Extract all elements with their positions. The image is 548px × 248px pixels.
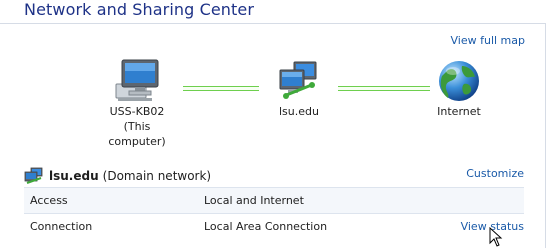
connection-key: Connection xyxy=(30,220,93,233)
globe-icon xyxy=(439,61,479,101)
computer-subtitle-label: (This computer) xyxy=(108,120,166,148)
customize-link[interactable]: Customize xyxy=(466,167,524,180)
connector-line-2 xyxy=(338,86,430,91)
map-node-computer[interactable]: USS-KB02 (This computer) xyxy=(96,58,178,149)
mouse-cursor-icon xyxy=(489,227,503,247)
table-row-access: Access Local and Internet xyxy=(24,187,524,213)
network-name: lsu.edu xyxy=(49,169,99,183)
network-type: (Domain network) xyxy=(102,169,212,183)
domain-name-label: lsu.edu xyxy=(279,105,319,118)
connector-line-1 xyxy=(183,86,259,91)
network-section-header: lsu.edu (Domain network) xyxy=(24,166,211,186)
connection-value: Local Area Connection xyxy=(204,220,328,233)
network-icon xyxy=(24,167,43,184)
network-details-table: Access Local and Internet Connection Loc… xyxy=(24,187,524,239)
access-value: Local and Internet xyxy=(204,194,304,207)
view-full-map-link[interactable]: View full map xyxy=(451,34,526,47)
access-key: Access xyxy=(30,194,68,207)
map-node-internet[interactable]: Internet xyxy=(428,58,490,119)
map-node-domain[interactable]: lsu.edu xyxy=(267,58,331,119)
table-row-connection: Connection Local Area Connection View st… xyxy=(24,213,524,239)
computer-name-label: USS-KB02 xyxy=(109,105,165,118)
network-icon xyxy=(279,61,317,99)
internet-label: Internet xyxy=(437,105,481,118)
page-title: Network and Sharing Center xyxy=(24,0,255,19)
computer-icon xyxy=(115,59,159,101)
